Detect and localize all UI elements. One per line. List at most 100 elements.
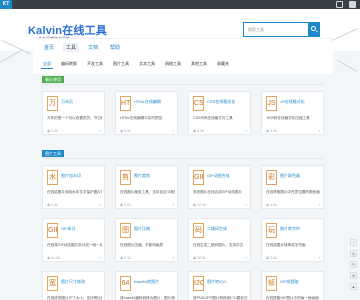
main-tab[interactable]: 帮助 [107, 43, 123, 52]
share-icon[interactable]: ⊕ [350, 272, 357, 279]
tool-name[interactable]: 图片转ICO [207, 279, 250, 285]
tool-name[interactable]: 二维码生成 [207, 226, 250, 232]
menu-icon[interactable] [349, 1, 356, 8]
tool-description: 在线将GIF动态图片拆分成一帧一帧的图片 [47, 243, 102, 247]
tool-card[interactable]: GIFGIF动图合成多张图片在线合成GIF动态图片 ◉ 12.9k › [188, 165, 251, 209]
category-tab[interactable]: 其他工具 [189, 60, 209, 69]
tool-name[interactable]: base64转图片 [134, 279, 177, 285]
tool-card[interactable]: 彩图片取色器 在线获取图片中任意位置的颜色值 ◉ 4.9k › [261, 165, 324, 209]
view-count: ◉ 3.3k [193, 129, 204, 133]
tool-description: 在线将图片转换成字符画 [266, 243, 306, 247]
feedback-icon[interactable]: ✎ [350, 261, 357, 268]
tool-card[interactable]: 剪图片裁剪在线图片裁剪工具，支持自定义裁剪尺寸 ◉ 5.0k › [115, 165, 178, 209]
category-tab[interactable]: 全部 [41, 60, 53, 69]
scroll-up-icon[interactable]: ▲ [350, 283, 357, 290]
tool-card[interactable]: 图图片压缩 在线图片压缩，不影响画质 ◉ 9.1k › [115, 218, 178, 262]
main-tab[interactable]: 文档 [85, 43, 101, 52]
tool-card[interactable]: 水图片加水印在线给图片添加水印文字保护图片版权信息 ◉ 2.3k › [42, 165, 105, 209]
chevron-right-icon[interactable]: › [246, 202, 247, 207]
category-tab[interactable]: 图片工具 [111, 60, 131, 69]
tool-name[interactable]: GIF帧提取 [280, 279, 323, 285]
view-count: ◉ 9.1k [120, 256, 131, 260]
tool-description: 将PNG/JPG图片转换成ICO图标文件 [193, 296, 248, 300]
tool-icon: 万 [47, 96, 58, 111]
chevron-right-icon[interactable]: › [173, 128, 174, 133]
tool-name[interactable]: 图片取色器 [280, 173, 323, 179]
tool-name[interactable]: 图片压缩 [134, 226, 177, 232]
tool-icon: HT [120, 96, 131, 111]
tool-description: HTML在线编辑与实时预览 [120, 116, 163, 120]
background-decoration [337, 60, 358, 72]
view-count-value: 3.5k [270, 256, 277, 260]
chevron-right-icon[interactable]: › [319, 202, 320, 207]
tool-card[interactable]: 万万年历万年历是一个可以查看农历、节日和节气的工具 ◉ 2.5k › [42, 91, 105, 135]
tool-card[interactable]: 玩图片转字符 在线将图片转换成字符画 ◉ 3.5k › [261, 218, 324, 262]
background-decoration [0, 49, 24, 63]
tool-name[interactable]: 图片转字符 [280, 226, 323, 232]
tool-name[interactable]: 图片裁剪 [134, 173, 177, 179]
back-to-top-icon[interactable]: ↑ [350, 239, 357, 246]
tool-card[interactable]: GIFGIF拆分在线将GIF动态图片拆分成一帧一帧的图片 ◉ 41.5k › [42, 218, 105, 262]
tool-description: 将base64编码转换为图片，图片转base64编码 [120, 296, 175, 300]
view-count-value: 4.9k [270, 203, 277, 207]
chevron-right-icon[interactable]: › [319, 255, 320, 260]
tool-name[interactable]: 万年历 [61, 99, 104, 105]
tool-card[interactable]: CS CSS在线格式化 CSS代码在线格式化工具 ◉ 3.3k › [188, 91, 251, 135]
tool-icon: 玩 [266, 223, 277, 238]
tool-card[interactable]: 码二维码生成 在线生成二维码图片，支持中文 ◉ 32.5k › [188, 218, 251, 262]
tool-card[interactable]: JS JS在线格式化 JS代码在线格式化压缩工具 ◉ 3.4k › [261, 91, 324, 135]
tool-description: 在线提取GIF图片中的每一帧画面 [266, 296, 319, 300]
tool-grid: 最近使用万万年历万年历是一个可以查看农历、节日和节气的工具◉ 2.5k›HTHT… [33, 74, 333, 300]
chevron-right-icon[interactable]: › [173, 202, 174, 207]
tool-description: 在线修改图片尺寸大小，支持等比缩放 [47, 296, 102, 300]
chevron-right-icon[interactable]: › [319, 128, 320, 133]
tool-name[interactable]: GIF拆分 [61, 226, 104, 232]
view-count-value: 12.9k [197, 203, 206, 207]
tool-name[interactable]: 图片尺寸修改 [61, 279, 104, 285]
view-count-value: 2.3k [51, 203, 58, 207]
view-count-value: 41.5k [51, 256, 60, 260]
view-count-value: 5.0k [124, 203, 131, 207]
category-tab[interactable]: 编码转换 [59, 60, 79, 69]
section-divider [42, 84, 324, 85]
tool-card[interactable]: 宽图片尺寸修改在线修改图片尺寸大小，支持等比缩放◉ 23.0k› [42, 271, 105, 300]
main-tab[interactable]: 工具 [63, 43, 80, 52]
search-button[interactable] [308, 22, 320, 37]
tool-description: CSS代码在线格式化工具 [193, 116, 233, 120]
tool-card[interactable]: I2C图片转ICO将PNG/JPG图片转换成ICO图标文件◉ 4.6k› [188, 271, 251, 300]
tool-description: 在线生成二维码图片，支持中文 [193, 243, 244, 247]
tool-icon: 码 [193, 223, 204, 238]
tool-description: 在线图片裁剪工具，支持自定义裁剪尺寸 [120, 190, 175, 194]
view-count-value: 3.3k [197, 129, 204, 133]
tool-name[interactable]: GIF动图合成 [207, 173, 250, 179]
tool-card[interactable]: HT HTML在线编辑 HTML在线编辑与实时预览 ◉ 5.9k › [115, 91, 178, 135]
tool-name[interactable]: HTML在线编辑 [134, 99, 177, 105]
search-icon [311, 26, 316, 31]
category-tab[interactable]: 文本工具 [137, 60, 157, 69]
app-logo[interactable]: KT [0, 0, 12, 9]
tool-card[interactable]: 帧GIF帧提取在线提取GIF图片中的每一帧画面◉ 4.3k› [261, 271, 324, 300]
chevron-right-icon[interactable]: › [246, 128, 247, 133]
chevron-right-icon[interactable]: › [100, 202, 101, 207]
category-tab[interactable]: 收藏夹 [215, 60, 231, 69]
chevron-right-icon[interactable]: › [100, 128, 101, 133]
tool-icon: 图 [120, 223, 131, 238]
tool-icon: GIF [193, 170, 204, 185]
view-count: ◉ 4.9k [266, 203, 277, 207]
category-tab[interactable]: 网络工具 [163, 60, 183, 69]
chevron-right-icon[interactable]: › [173, 255, 174, 260]
chevron-right-icon[interactable]: › [246, 255, 247, 260]
tool-name[interactable]: JS在线格式化 [280, 99, 323, 105]
tool-name[interactable]: 图片加水印 [61, 173, 104, 179]
tool-name[interactable]: CSS在线格式化 [207, 99, 250, 105]
tool-card[interactable]: 64base64转图片将base64编码转换为图片，图片转base64编码◉ 2… [115, 271, 178, 300]
main-tab[interactable]: 首页 [41, 43, 57, 52]
view-count-value: 3.4k [270, 129, 277, 133]
chevron-right-icon[interactable]: › [100, 255, 101, 260]
wechat-icon[interactable]: ◎ [350, 250, 357, 257]
tool-description: 在线给图片添加水印文字保护图片版权信息 [47, 190, 102, 194]
view-count: ◉ 5.0k [120, 203, 131, 207]
category-tab[interactable]: 开发工具 [85, 60, 105, 69]
window-icon[interactable] [336, 1, 343, 8]
tool-icon: 彩 [266, 170, 277, 185]
